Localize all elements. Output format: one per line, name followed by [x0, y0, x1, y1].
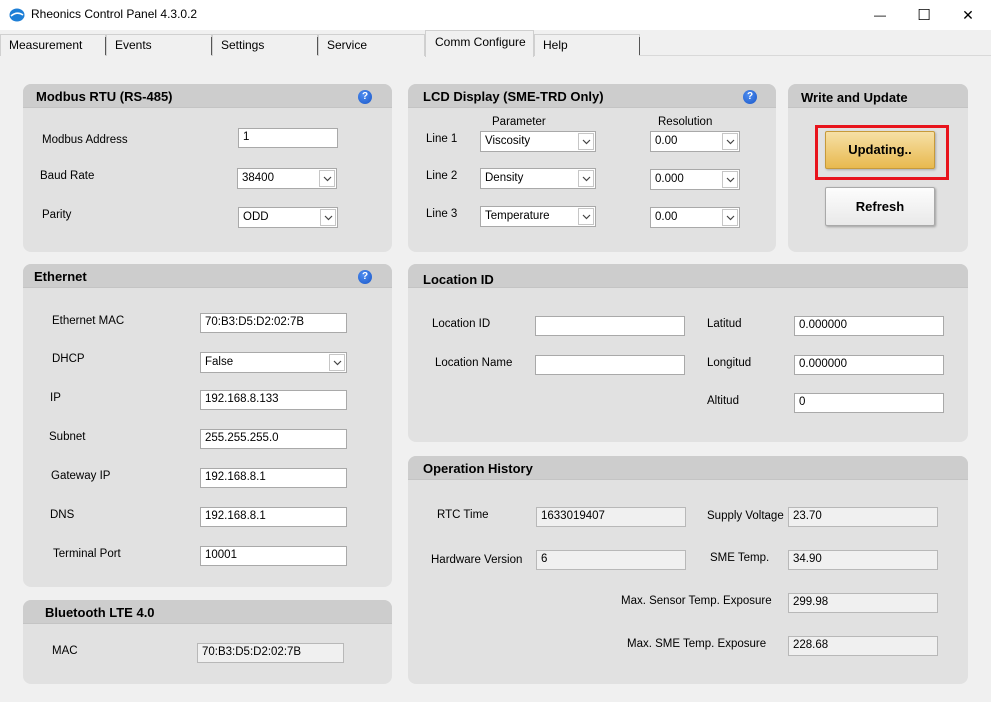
minimize-icon: — [874, 8, 886, 22]
tab-strip: Measurement Events Settings Service Comm… [0, 30, 991, 57]
help-icon[interactable]: ? [743, 90, 757, 104]
location-id-panel: Location ID Location ID Location Name La… [408, 264, 968, 442]
line-1-resolution-select[interactable]: 0.00 [650, 131, 740, 152]
parity-select[interactable]: ODD [238, 207, 338, 228]
chevron-down-icon[interactable] [329, 354, 345, 371]
chevron-down-icon[interactable] [319, 170, 335, 187]
line-1-parameter-select[interactable]: Viscosity [480, 131, 596, 152]
location-name-input[interactable] [535, 355, 685, 375]
write-update-title: Write and Update [801, 90, 908, 105]
line-3-parameter-select[interactable]: Temperature [480, 206, 596, 227]
chevron-down-icon[interactable] [578, 208, 594, 225]
gateway-ip-input[interactable]: 192.168.8.1 [200, 468, 347, 488]
chevron-down-icon[interactable] [722, 171, 738, 188]
supply-voltage-label: Supply Voltage [707, 510, 784, 522]
close-button[interactable]: ✕ [945, 0, 991, 30]
updating-button[interactable]: Updating.. [825, 131, 935, 169]
hardware-version-label: Hardware Version [431, 554, 523, 566]
ethernet-mac-label: Ethernet MAC [52, 315, 125, 327]
subnet-label: Subnet [49, 431, 86, 443]
dhcp-label: DHCP [52, 353, 85, 365]
title-bar: Rheonics Control Panel 4.3.0.2 — ☐ ✕ [0, 0, 991, 30]
ethernet-title: Ethernet [34, 269, 87, 284]
lcd-title: LCD Display (SME-TRD Only) [423, 89, 604, 104]
ethernet-panel: Ethernet ? Ethernet MAC 70:B3:D5:D2:02:7… [23, 264, 392, 587]
line-2-resolution-select[interactable]: 0.000 [650, 169, 740, 190]
terminal-port-label: Terminal Port [53, 548, 121, 560]
baud-rate-label: Baud Rate [40, 170, 95, 182]
rtc-time-value: 1633019407 [536, 507, 686, 527]
modbus-title: Modbus RTU (RS-485) [36, 89, 173, 104]
parity-label: Parity [42, 209, 72, 221]
lcd-display-panel: LCD Display (SME-TRD Only) ? Parameter R… [408, 84, 776, 252]
modbus-panel: Modbus RTU (RS-485) ? Modbus Address 1 B… [23, 84, 392, 252]
location-title: Location ID [423, 272, 494, 287]
minimize-button[interactable]: — [857, 0, 903, 30]
maximize-button[interactable]: ☐ [901, 0, 947, 30]
longitude-label: Longitud [707, 357, 752, 369]
line-3-label: Line 3 [426, 208, 458, 220]
bluetooth-mac-label: MAC [52, 645, 78, 657]
bluetooth-panel: Bluetooth LTE 4.0 MAC 70:B3:D5:D2:02:7B [23, 600, 392, 684]
chevron-down-icon[interactable] [320, 209, 336, 226]
tab-help[interactable]: Help [534, 34, 640, 56]
ip-input[interactable]: 192.168.8.133 [200, 390, 347, 410]
tab-service[interactable]: Service [318, 34, 425, 56]
refresh-button[interactable]: Refresh [825, 187, 935, 226]
latitude-label: Latitud [707, 318, 742, 330]
altitude-label: Altitud [707, 395, 739, 407]
modbus-address-input[interactable]: 1 [238, 128, 338, 148]
help-icon[interactable]: ? [358, 270, 372, 284]
chevron-down-icon[interactable] [578, 170, 594, 187]
app-logo-icon [9, 8, 25, 22]
latitude-input[interactable]: 0.000000 [794, 316, 944, 336]
operation-history-panel: Operation History RTC Time 1633019407 Ha… [408, 456, 968, 684]
max-sensor-temp-label: Max. Sensor Temp. Exposure [621, 595, 772, 607]
supply-voltage-value: 23.70 [788, 507, 938, 527]
resolution-header: Resolution [658, 116, 713, 128]
dhcp-select[interactable]: False [200, 352, 347, 373]
sme-temp-value: 34.90 [788, 550, 938, 570]
location-id-label: Location ID [432, 318, 491, 330]
rtc-time-label: RTC Time [437, 509, 489, 521]
hardware-version-value: 6 [536, 550, 686, 570]
line-2-label: Line 2 [426, 170, 458, 182]
tab-settings[interactable]: Settings [212, 34, 318, 56]
tab-events[interactable]: Events [106, 34, 212, 56]
modbus-address-label: Modbus Address [42, 134, 128, 146]
baud-rate-select[interactable]: 38400 [237, 168, 337, 189]
max-sensor-temp-value: 299.98 [788, 593, 938, 613]
location-id-input[interactable] [535, 316, 685, 336]
history-title: Operation History [423, 461, 533, 476]
line-3-resolution-select[interactable]: 0.00 [650, 207, 740, 228]
line-1-label: Line 1 [426, 133, 458, 145]
bluetooth-mac-value: 70:B3:D5:D2:02:7B [197, 643, 344, 663]
altitude-input[interactable]: 0 [794, 393, 944, 413]
window-title: Rheonics Control Panel 4.3.0.2 [31, 7, 198, 21]
chevron-down-icon[interactable] [722, 209, 738, 226]
terminal-port-input[interactable]: 10001 [200, 546, 347, 566]
maximize-icon: ☐ [917, 7, 931, 24]
ip-label: IP [50, 392, 61, 404]
close-icon: ✕ [962, 6, 974, 23]
sme-temp-label: SME Temp. [710, 552, 770, 564]
location-name-label: Location Name [435, 357, 513, 369]
longitude-input[interactable]: 0.000000 [794, 355, 944, 375]
dns-label: DNS [50, 509, 75, 521]
max-sme-temp-label: Max. SME Temp. Exposure [627, 638, 767, 650]
parameter-header: Parameter [492, 116, 546, 128]
subnet-input[interactable]: 255.255.255.0 [200, 429, 347, 449]
tab-measurement[interactable]: Measurement [0, 34, 106, 56]
max-sme-temp-value: 228.68 [788, 636, 938, 656]
line-2-parameter-select[interactable]: Density [480, 168, 596, 189]
chevron-down-icon[interactable] [578, 133, 594, 150]
chevron-down-icon[interactable] [722, 133, 738, 150]
gateway-ip-label: Gateway IP [51, 470, 111, 482]
help-icon[interactable]: ? [358, 90, 372, 104]
dns-input[interactable]: 192.168.8.1 [200, 507, 347, 527]
ethernet-mac-input[interactable]: 70:B3:D5:D2:02:7B [200, 313, 347, 333]
bluetooth-title: Bluetooth LTE 4.0 [45, 605, 155, 620]
tab-comm-configure[interactable]: Comm Configure [425, 30, 534, 57]
